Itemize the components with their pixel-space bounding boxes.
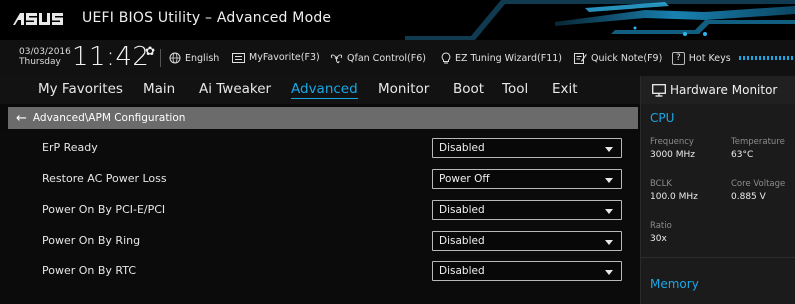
setting-label: Power On By PCI-E/PCI	[42, 203, 166, 216]
breadcrumb: ← Advanced\APM Configuration	[8, 107, 638, 129]
chevron-down-icon	[605, 240, 613, 245]
dropdown-value: Disabled	[439, 265, 485, 277]
tab-exit[interactable]: Exit	[552, 81, 578, 97]
frequency-value: 3000 MHz	[650, 150, 696, 160]
tab-advanced[interactable]: Advanced	[291, 81, 358, 99]
setting-row-power-on-by-rtc[interactable]: Power On By RTC Disabled	[0, 256, 640, 286]
title-decoration	[405, 0, 795, 40]
myfavorite-button[interactable]: MyFavorite(F3)	[232, 52, 320, 63]
setting-row-power-on-by-pcie[interactable]: Power On By PCI-E/PCI Disabled	[0, 195, 640, 225]
dropdown-value: Disabled	[439, 235, 485, 247]
date-text: 03/03/2016	[19, 47, 71, 57]
ratio-label: Ratio	[650, 221, 672, 231]
ez-tuning-wizard-button[interactable]: EZ Tuning Wizard(F11)	[441, 52, 562, 64]
tab-main[interactable]: Main	[143, 81, 175, 97]
monitor-icon	[652, 83, 666, 97]
hardware-monitor-title: Hardware Monitor	[670, 83, 778, 97]
dropdown-value: Power Off	[439, 173, 490, 185]
fan-icon	[330, 54, 343, 64]
core-voltage-value: 0.885 V	[731, 192, 766, 202]
power-on-by-ring-dropdown[interactable]: Disabled	[432, 231, 622, 251]
tab-boot[interactable]: Boot	[453, 81, 484, 97]
settings-list: ErP Ready Disabled Restore AC Power Loss…	[0, 132, 640, 304]
setting-label: Restore AC Power Loss	[42, 172, 167, 185]
divider	[160, 49, 161, 67]
setting-label: ErP Ready	[42, 141, 98, 154]
setting-row-restore-ac-power-loss[interactable]: Restore AC Power Loss Power Off	[0, 164, 640, 194]
back-arrow-icon[interactable]: ←	[16, 112, 27, 125]
hot-keys-button[interactable]: ? Hot Keys	[672, 52, 731, 65]
erp-ready-dropdown[interactable]: Disabled	[432, 138, 622, 158]
hardware-monitor-panel: Hardware Monitor CPU Frequency Temperatu…	[640, 76, 795, 304]
setting-row-power-on-by-ring[interactable]: Power On By Ring Disabled	[0, 226, 640, 256]
qfan-control-label: Qfan Control(F6)	[347, 52, 426, 64]
asus-logo	[13, 13, 63, 25]
bulb-icon	[441, 52, 451, 64]
temperature-label: Temperature	[731, 137, 785, 147]
tab-ai-tweaker[interactable]: Ai Tweaker	[199, 81, 271, 97]
power-on-by-rtc-dropdown[interactable]: Disabled	[432, 261, 622, 281]
frequency-label: Frequency	[650, 137, 694, 147]
chevron-down-icon	[605, 178, 613, 183]
bclk-label: BCLK	[650, 179, 672, 189]
setting-label: Power On By RTC	[42, 264, 137, 277]
myfavorite-label: MyFavorite(F3)	[249, 52, 320, 63]
tab-tool[interactable]: Tool	[502, 81, 528, 97]
core-voltage-label: Core Voltage	[731, 179, 786, 189]
main-menu: My Favorites Main Ai Tweaker Advanced Mo…	[0, 76, 640, 104]
tab-monitor[interactable]: Monitor	[378, 81, 429, 97]
globe-icon	[169, 52, 181, 64]
qfan-control-button[interactable]: Qfan Control(F6)	[330, 52, 426, 64]
date-display: 03/03/2016 Thursday	[19, 47, 71, 67]
language-label: English	[185, 52, 220, 64]
language-button[interactable]: English	[169, 52, 219, 64]
section-divider	[641, 257, 795, 258]
ez-tuning-wizard-label: EZ Tuning Wizard(F11)	[455, 52, 563, 64]
help-icon: ?	[672, 52, 685, 65]
chevron-down-icon	[605, 270, 613, 275]
restore-ac-power-loss-dropdown[interactable]: Power Off	[432, 169, 622, 189]
temperature-value: 63°C	[731, 150, 754, 160]
dropdown-value: Disabled	[439, 204, 485, 216]
setting-row-erp-ready[interactable]: ErP Ready Disabled	[0, 133, 640, 163]
day-text: Thursday	[19, 57, 61, 67]
info-bar: 03/03/2016 Thursday 11:42 ✿ English MyFa…	[0, 40, 795, 77]
chevron-down-icon	[605, 209, 613, 214]
dropdown-value: Disabled	[439, 142, 485, 154]
app-title: UEFI BIOS Utility – Advanced Mode	[82, 10, 332, 26]
setting-label: Power On By Ring	[42, 234, 141, 247]
clock[interactable]: 11:42	[72, 42, 149, 72]
bclk-value: 100.0 MHz	[650, 192, 698, 202]
chevron-down-icon	[605, 147, 613, 152]
title-bar: UEFI BIOS Utility – Advanced Mode	[0, 0, 795, 40]
note-icon	[574, 53, 587, 64]
clock-settings-icon[interactable]: ✿	[145, 44, 155, 58]
hot-keys-label: Hot Keys	[688, 53, 731, 64]
ratio-value: 30x	[650, 234, 667, 244]
hardware-monitor-header: Hardware Monitor	[641, 76, 795, 104]
power-on-by-pcie-dropdown[interactable]: Disabled	[432, 200, 622, 220]
favorite-icon	[232, 52, 245, 63]
memory-heading: Memory	[650, 277, 699, 291]
dotted-decoration	[739, 56, 794, 60]
quick-note-button[interactable]: Quick Note(F9)	[574, 52, 662, 64]
breadcrumb-path: Advanced\APM Configuration	[32, 112, 186, 124]
cpu-heading: CPU	[650, 111, 675, 125]
quick-note-label: Quick Note(F9)	[591, 52, 663, 64]
tab-my-favorites[interactable]: My Favorites	[38, 81, 123, 97]
